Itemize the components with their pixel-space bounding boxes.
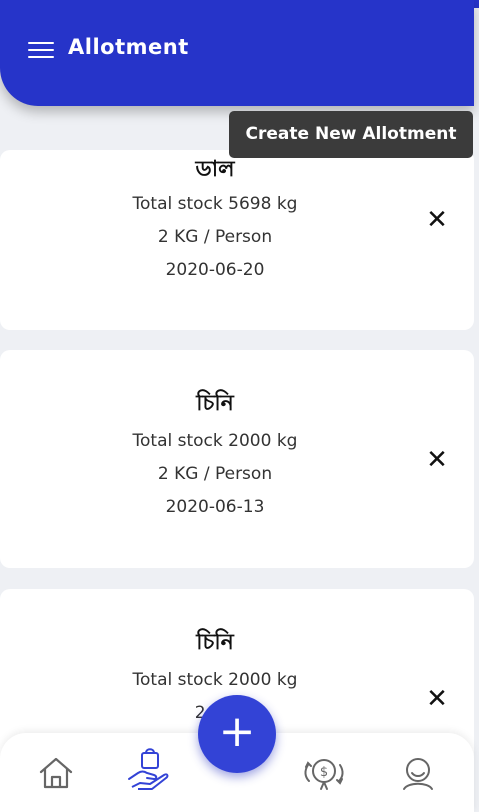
allotment-rate: 2 KG / Person — [157, 464, 273, 484]
allotment-item-name: চিনি — [196, 630, 234, 655]
allotment-rate: 2 KG / Person — [157, 227, 273, 247]
allotment-date: 2020-06-13 — [165, 497, 265, 517]
add-allotment-button[interactable]: + — [198, 695, 276, 773]
money-transfer-icon[interactable]: $ — [298, 751, 350, 793]
allotment-item-name: চিনি — [196, 391, 234, 416]
allotment-total-stock: Total stock 2000 kg — [132, 670, 298, 690]
app-bar: Allotment — [0, 0, 474, 106]
allotment-total-stock: Total stock 2000 kg — [132, 431, 298, 451]
allotment-card: ডাল Total stock 5698 kg 2 KG / Person 20… — [0, 150, 474, 330]
remove-allotment-close-icon[interactable]: ✕ — [424, 447, 450, 473]
page-title: Allotment — [68, 35, 189, 59]
hand-bag-icon[interactable] — [126, 747, 170, 793]
create-new-allotment-tooltip: Create New Allotment — [229, 111, 473, 158]
remove-allotment-close-icon[interactable]: ✕ — [424, 207, 450, 233]
hamburger-menu-icon[interactable] — [28, 42, 54, 60]
support-agent-icon[interactable] — [398, 753, 438, 793]
allotment-card: চিনি Total stock 2000 kg 2 KG / Person 2… — [0, 350, 474, 568]
remove-allotment-close-icon[interactable]: ✕ — [424, 686, 450, 712]
svg-text:$: $ — [320, 765, 328, 780]
allotment-date: 2020-06-20 — [165, 260, 265, 280]
allotment-total-stock: Total stock 5698 kg — [132, 194, 298, 214]
home-icon[interactable] — [36, 753, 76, 793]
